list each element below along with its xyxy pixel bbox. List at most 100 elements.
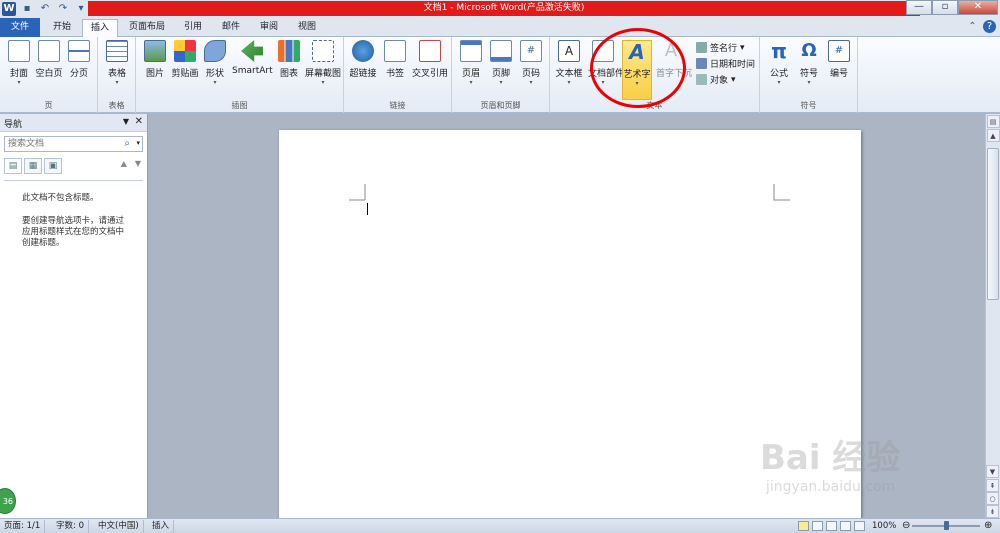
next-page-icon[interactable]: ⇟ [986, 505, 999, 518]
blank-page-button[interactable]: 空白页 [34, 40, 64, 96]
object-icon [696, 74, 707, 85]
nav-no-headings-text: 此文档不包含标题。 [22, 193, 99, 203]
headings-view-icon[interactable]: ▤ [4, 158, 22, 174]
ruler-toggle-icon[interactable]: ▤ [986, 115, 1000, 128]
previous-arrow-icon[interactable]: ▲ [121, 159, 127, 168]
cross-reference-button[interactable]: 交叉引用 [410, 40, 450, 96]
tab-file[interactable]: 文件 [0, 18, 40, 37]
chart-button[interactable]: 图表 [274, 40, 304, 96]
bookmark-button[interactable]: 书签 [380, 40, 410, 96]
save-icon[interactable]: ▪ [20, 2, 34, 16]
pages-view-icon[interactable]: ▦ [24, 158, 42, 174]
clip-art-icon [174, 40, 196, 62]
search-icon[interactable]: ⌕ [124, 138, 130, 149]
undo-icon[interactable]: ↶ [38, 2, 52, 16]
group-label-symbols: 符号 [800, 101, 817, 110]
hyperlink-button[interactable]: 超链接 [348, 40, 378, 96]
blank-page-icon [38, 40, 60, 62]
language-indicator[interactable]: 中文(中国) [94, 520, 144, 533]
equation-button[interactable]: π 公式 ▾ [764, 40, 794, 96]
ribbon-tabs: 文件 开始 插入 页面布局 引用 邮件 审阅 视图 ⌃ ? [0, 17, 1000, 38]
print-layout-icon[interactable] [798, 521, 809, 531]
redo-icon[interactable]: ↷ [56, 2, 70, 16]
tab-mailings[interactable]: 邮件 [214, 19, 248, 37]
minimize-ribbon-icon[interactable]: ⌃ [966, 20, 979, 33]
navigation-pane: 导航 ▼ ✕ ⌕ ▾ ▤ ▦ ▣ ▲ ▼ 此文档不包含标题。 要创建导航选项卡，… [0, 114, 148, 518]
numbering-icon: # [828, 40, 850, 62]
search-input[interactable] [5, 137, 115, 151]
cover-page-button[interactable]: 封面 ▾ [4, 40, 34, 96]
zoom-out-icon[interactable]: ⊖ [902, 520, 910, 531]
picture-icon [144, 40, 166, 62]
word-count[interactable]: 字数: 0 [52, 520, 89, 533]
smartart-button[interactable]: SmartArt [232, 40, 273, 96]
cover-page-icon [8, 40, 30, 62]
close-button[interactable]: ✕ [958, 0, 998, 15]
group-illustrations: 图片 剪贴画 形状 ▾ SmartArt 图表 屏幕截图 ▾ 插图 [136, 37, 344, 113]
help-icon[interactable]: ? [983, 20, 996, 33]
cross-reference-icon [419, 40, 441, 62]
text-box-button[interactable]: A 文本框 ▾ [554, 40, 584, 96]
table-button[interactable]: 表格 ▾ [102, 40, 132, 96]
nav-search-box: ⌕ ▾ [4, 136, 143, 152]
smartart-icon [241, 40, 263, 62]
tab-page-layout[interactable]: 页面布局 [122, 19, 172, 37]
object-button[interactable]: 对象 ▾ [696, 73, 736, 86]
shapes-button[interactable]: 形状 ▾ [200, 40, 230, 96]
nav-close-icon[interactable]: ✕ [135, 116, 143, 127]
web-layout-icon[interactable] [826, 521, 837, 531]
tab-home[interactable]: 开始 [44, 19, 80, 37]
scroll-thumb[interactable] [987, 148, 999, 300]
insert-mode[interactable]: 插入 [148, 520, 175, 533]
symbol-button[interactable]: Ω 符号 ▾ [794, 40, 824, 96]
nav-options-icon[interactable]: ▼ [123, 117, 129, 126]
page-break-button[interactable]: 分页 [64, 40, 94, 96]
screenshot-button[interactable]: 屏幕截图 ▾ [304, 40, 342, 96]
zoom-slider-knob[interactable] [944, 521, 949, 530]
scroll-up-icon[interactable]: ▲ [986, 129, 1000, 142]
tabs-right-controls: ⌃ ? [966, 20, 996, 33]
ribbon: 封面 ▾ 空白页 分页 页 表格 ▾ 表格 图片 剪贴画 形状 ▾ SmartA… [0, 37, 1000, 113]
document-page[interactable] [279, 130, 861, 530]
tab-references[interactable]: 引用 [176, 19, 210, 37]
browse-object-icon[interactable]: ○ [986, 492, 999, 505]
draft-view-icon[interactable] [854, 521, 865, 531]
date-time-button[interactable]: 日期和时间 [696, 57, 755, 70]
status-bar: 页面: 1/1 字数: 0 中文(中国) 插入 100% ⊖ ⊕ [0, 518, 1000, 533]
group-symbols: π 公式 ▾ Ω 符号 ▾ # 编号 符号 [760, 37, 858, 113]
tab-review[interactable]: 审阅 [252, 19, 286, 37]
nav-title: 导航 [4, 120, 23, 130]
group-links: 超链接 书签 交叉引用 链接 [344, 37, 452, 113]
tab-view[interactable]: 视图 [290, 19, 324, 37]
outline-view-icon[interactable] [840, 521, 851, 531]
numbering-button[interactable]: # 编号 [824, 40, 854, 96]
customize-icon[interactable]: ▾ [74, 2, 88, 16]
previous-page-icon[interactable]: ⇞ [986, 479, 999, 492]
zoom-in-icon[interactable]: ⊕ [984, 520, 992, 531]
nav-header: 导航 ▼ ✕ [0, 114, 147, 132]
tab-insert[interactable]: 插入 [82, 19, 118, 38]
footer-button[interactable]: 页脚 ▾ [486, 40, 516, 96]
page-number-button[interactable]: # 页码 ▾ [516, 40, 546, 96]
minimize-button[interactable]: — [906, 0, 932, 15]
top-left-crop-mark [349, 184, 366, 201]
signature-line-icon [696, 42, 707, 53]
page-count[interactable]: 页面: 1/1 [0, 520, 46, 533]
word-app-icon[interactable]: W [2, 1, 16, 16]
search-dropdown-icon[interactable]: ▾ [136, 139, 140, 147]
text-cursor [367, 203, 368, 215]
full-screen-reading-icon[interactable] [812, 521, 823, 531]
omega-icon: Ω [801, 40, 817, 61]
vertical-scrollbar[interactable]: ▤ ▲ ▼ ⇞ ○ ⇟ [985, 114, 1000, 518]
signature-line-button[interactable]: 签名行 ▾ [696, 41, 745, 54]
header-button[interactable]: 页眉 ▾ [456, 40, 486, 96]
page-break-icon [68, 40, 90, 62]
next-arrow-icon[interactable]: ▼ [135, 159, 141, 168]
zoom-slider[interactable] [912, 521, 980, 530]
scroll-down-icon[interactable]: ▼ [986, 465, 999, 478]
results-view-icon[interactable]: ▣ [44, 158, 62, 174]
clip-art-button[interactable]: 剪贴画 [170, 40, 200, 96]
picture-button[interactable]: 图片 [140, 40, 170, 96]
zoom-level[interactable]: 100% [868, 520, 900, 533]
restore-button[interactable]: ▫ [932, 0, 958, 15]
